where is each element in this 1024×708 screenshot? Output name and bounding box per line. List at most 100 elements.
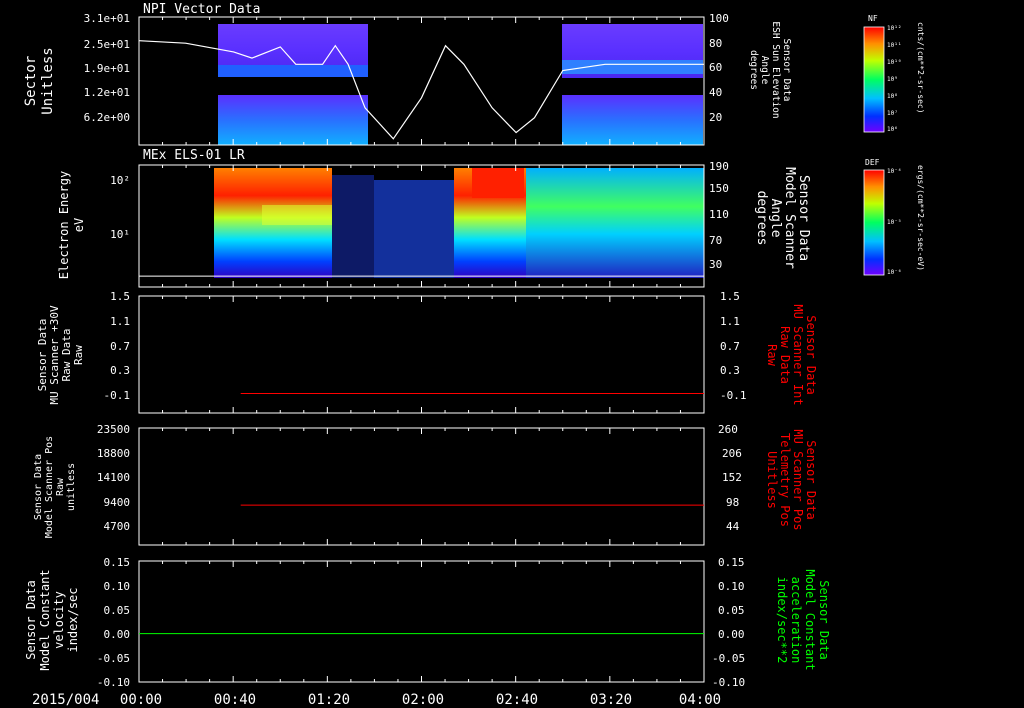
mu30v-y-tick: 1.1 — [110, 315, 130, 328]
modelconst-right-tick: -0.05 — [712, 652, 745, 665]
mu30v-rlabel-line: Raw — [765, 344, 779, 366]
mu30v-y-tick: -0.1 — [104, 389, 131, 402]
colorbar-nf-tick: 10¹⁰ — [887, 59, 901, 66]
npi-right-tick: 60 — [709, 61, 722, 74]
scanpos-y-tick: 23500 — [97, 423, 130, 436]
mu30v-right-tick: 1.5 — [720, 290, 740, 303]
scanpos-y-tick: 9400 — [104, 496, 131, 509]
mu30v-y-tick: 0.3 — [110, 364, 130, 377]
scanpos-right-tick: 260 — [718, 423, 738, 436]
scanpos-y-axis-label: Sensor Data Model Scanner Pos Raw unitle… — [33, 436, 77, 538]
npi-ylabel-line2: Unitless — [40, 47, 56, 114]
colorbar-nf-tick: 10¹² — [887, 25, 901, 32]
modelconst-right-tick: 0.05 — [718, 604, 745, 617]
colorbar-def-tick: 10⁻⁴ — [887, 168, 901, 175]
mu30v-right-label: Sensor Data MU Scanner Int Raw Data Raw — [765, 304, 818, 405]
npi-y-tick: 6.2e+00 — [84, 111, 130, 124]
mu30v-right-tick: 0.3 — [720, 364, 740, 377]
npi-right-tick: 100 — [709, 12, 729, 25]
modelconst-y-tick: -0.10 — [97, 676, 130, 689]
scanpos-right-ticks: 260 206 152 98 44 — [718, 423, 742, 533]
modelconst-right-ticks: 0.15 0.10 0.05 0.00 -0.05 -0.10 — [712, 556, 745, 689]
mu30v-y-ticks: 1.5 1.1 0.7 0.3 -0.1 — [104, 290, 131, 402]
mu30v-right-ticks: 1.5 1.1 0.7 0.3 -0.1 — [720, 290, 747, 402]
scanpos-ylabel-line: Raw — [55, 477, 66, 496]
modelconst-rlabel-line: Model Constant — [803, 569, 817, 670]
mu30v-right-tick: 0.7 — [720, 340, 740, 353]
mu30v-rlabel-line: Sensor Data — [804, 315, 818, 394]
colorbar-def: DEF 10⁻⁴ 10⁻⁵ 10⁻⁶ ergs/(cm**2-sr-sec-eV… — [863, 158, 925, 276]
colorbar-def-label: DEF — [865, 158, 880, 167]
mu30v-ylabel-line: Raw — [72, 345, 85, 365]
colorbar-nf-label: NF — [868, 14, 878, 23]
scanpos-right-tick: 206 — [722, 447, 742, 460]
npi-panel-title: NPI Vector Data — [143, 2, 260, 17]
colorbar-def-units: ergs/(cm**2-sr-sec-eV) — [916, 165, 925, 271]
els-ylabel-line2: eV — [72, 218, 86, 232]
modelconst-right-label: Sensor Data Model Constant acceleration … — [775, 569, 831, 670]
modelconst-ylabel-line: index/sec — [66, 587, 80, 652]
modelconst-rlabel-line: acceleration — [789, 577, 803, 664]
els-rlabel-line: Angle — [768, 198, 783, 237]
scanpos-rlabel-line: Telemetry Pos — [778, 433, 792, 527]
scanpos-y-tick: 18800 — [97, 447, 130, 460]
colorbar-nf: NF 10¹² 10¹¹ 10¹⁰ 10⁹ 10⁸ 10⁷ 10⁶ cnts/(… — [863, 14, 925, 133]
els-y-tick: 10² — [110, 174, 130, 187]
els-right-tick: 150 — [709, 182, 729, 195]
modelconst-right-tick: 0.00 — [718, 628, 745, 641]
npi-right-tick: 20 — [709, 111, 722, 124]
date-label: 2015/004 — [32, 692, 99, 708]
modelconst-y-tick: 0.05 — [104, 604, 131, 617]
mu30v-y-tick: 1.5 — [110, 290, 130, 303]
els-panel-title: MEx ELS-01 LR — [143, 148, 245, 163]
modelconst-y-ticks: 0.15 0.10 0.05 0.00 -0.05 -0.10 — [97, 556, 130, 689]
time-tick-label: 02:40 — [496, 692, 538, 708]
els-rlabel-line: degrees — [754, 191, 769, 246]
time-axis-labels: 00:00 00:40 01:20 02:00 02:40 03:20 04:0… — [120, 692, 721, 708]
scanpos-ylabel-line: unitless — [66, 463, 77, 511]
scanpos-panel-frame — [138, 427, 705, 546]
mu30v-rlabel-line: MU Scanner Int — [791, 304, 805, 405]
modelconst-ylabel-line: velocity — [52, 591, 66, 649]
colorbar-nf-tick: 10⁶ — [887, 126, 898, 133]
modelconst-y-tick: -0.05 — [97, 652, 130, 665]
scanpos-y-tick: 14100 — [97, 471, 130, 484]
npi-spectrogram — [218, 24, 703, 145]
scanpos-right-tick: 98 — [726, 496, 739, 509]
colorbar-nf-tick: 10⁷ — [887, 110, 898, 117]
scanpos-y-tick: 4700 — [104, 520, 131, 533]
mu30v-y-axis-label: Sensor Data MU Scanner +30V Raw Data Raw — [36, 305, 85, 405]
modelconst-right-tick: 0.15 — [718, 556, 745, 569]
modelconst-y-axis-label: Sensor Data Model Constant velocity inde… — [24, 569, 80, 670]
colorbar-def-tick: 10⁻⁵ — [887, 219, 901, 226]
colorbar-nf-tick: 10¹¹ — [887, 42, 901, 49]
scanpos-rlabel-line: MU Scanner Pos — [791, 429, 805, 530]
scanpos-right-tick: 44 — [726, 520, 740, 533]
npi-right-tick: 40 — [709, 86, 722, 99]
modelconst-ylabel-line: Model Constant — [38, 569, 52, 670]
mu30v-right-tick: 1.1 — [720, 315, 740, 328]
modelconst-right-tick: -0.10 — [712, 676, 745, 689]
colorbar-def-gradient — [863, 169, 885, 276]
els-spectrogram — [214, 168, 704, 278]
modelconst-right-tick: 0.10 — [718, 580, 745, 593]
time-tick-label: 00:00 — [120, 692, 162, 708]
modelconst-y-tick: 0.15 — [104, 556, 131, 569]
els-rlabel-line: Model Scanner — [782, 167, 797, 269]
npi-rlabel-line: degrees — [748, 50, 759, 90]
mu30v-right-tick: -0.1 — [720, 389, 747, 402]
els-y-axis-label: Electron Energy eV — [57, 171, 86, 279]
npi-y-tick: 2.5e+01 — [84, 38, 130, 51]
mu30v-y-tick: 0.7 — [110, 340, 130, 353]
modelconst-y-tick: 0.00 — [104, 628, 131, 641]
modelconst-rlabel-line: Sensor Data — [817, 580, 831, 659]
els-y-tick: 10¹ — [110, 228, 130, 241]
colorbar-def-tick: 10⁻⁶ — [887, 269, 901, 276]
els-rlabel-line: Sensor Data — [796, 175, 811, 261]
npi-ylabel-line1: Sector — [23, 56, 39, 107]
npi-right-ticks: 100 80 60 40 20 — [709, 12, 729, 124]
els-ylabel-line1: Electron Energy — [57, 171, 71, 279]
els-right-tick: 110 — [709, 208, 729, 221]
colorbar-nf-tick: 10⁹ — [887, 76, 898, 83]
npi-y-axis-label: Sector Unitless — [23, 47, 56, 114]
